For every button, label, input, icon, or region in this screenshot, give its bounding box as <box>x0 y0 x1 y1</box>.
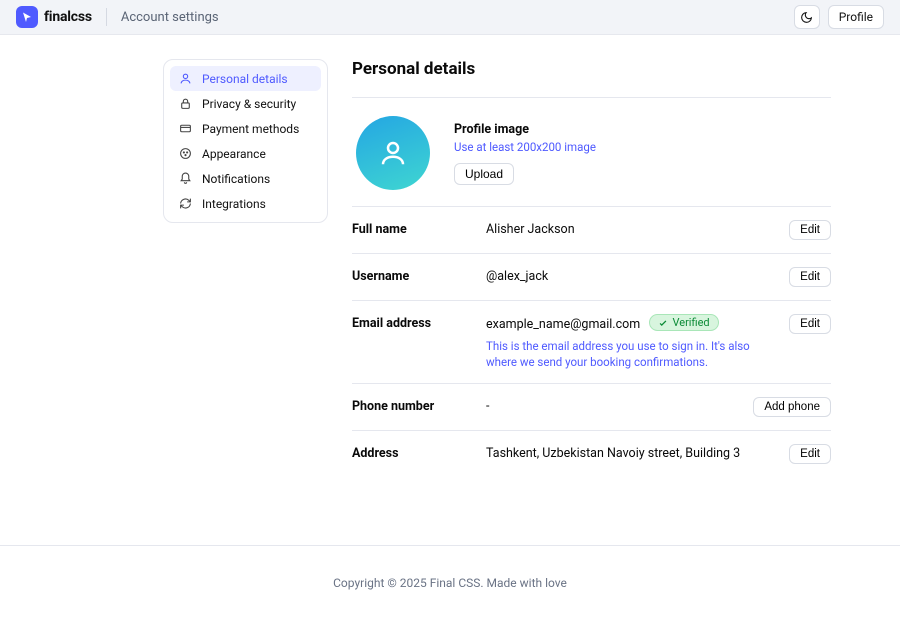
check-icon <box>658 318 668 328</box>
palette-icon <box>178 147 192 161</box>
lock-icon <box>178 97 192 111</box>
profile-button[interactable]: Profile <box>828 5 884 29</box>
cursor-icon <box>21 11 33 23</box>
edit-address-button[interactable]: Edit <box>789 444 831 464</box>
profile-image-meta: Profile image Use at least 200x200 image… <box>454 122 596 185</box>
main: Personal details Privacy & security Paym… <box>0 35 900 545</box>
row-label: Username <box>352 267 474 284</box>
row-username: Username @alex_jack Edit <box>352 253 831 300</box>
row-label: Address <box>352 444 474 461</box>
header-actions: Profile <box>794 5 884 29</box>
sidebar-item-privacy-security[interactable]: Privacy & security <box>170 91 321 116</box>
bell-icon <box>178 172 192 186</box>
sync-icon <box>178 197 192 211</box>
sidebar-item-integrations[interactable]: Integrations <box>170 191 321 216</box>
content: Personal details Profile image Use at le… <box>352 59 847 545</box>
sidebar-item-personal-details[interactable]: Personal details <box>170 66 321 91</box>
settings-sidebar: Personal details Privacy & security Paym… <box>163 59 328 223</box>
brand[interactable]: finalcss <box>16 6 92 28</box>
breadcrumb[interactable]: Account settings <box>121 10 219 25</box>
badge-label: Verified <box>672 316 709 329</box>
app-header: finalcss Account settings Profile <box>0 0 900 35</box>
sidebar-item-label: Integrations <box>202 197 266 211</box>
page-title: Personal details <box>352 59 831 79</box>
sidebar-item-label: Payment methods <box>202 122 299 136</box>
row-label: Phone number <box>352 397 474 414</box>
divider <box>106 8 107 26</box>
edit-full-name-button[interactable]: Edit <box>789 220 831 240</box>
verified-badge: Verified <box>649 314 718 331</box>
footer-text: Copyright © 2025 Final CSS. Made with lo… <box>333 576 567 590</box>
row-value: example_name@gmail.com <box>486 315 640 332</box>
brand-logo <box>16 6 38 28</box>
row-value: @alex_jack <box>486 267 777 284</box>
edit-email-button[interactable]: Edit <box>789 314 831 334</box>
footer: Copyright © 2025 Final CSS. Made with lo… <box>0 545 900 620</box>
sidebar-item-label: Privacy & security <box>202 97 296 111</box>
row-full-name: Full name Alisher Jackson Edit <box>352 206 831 253</box>
profile-image-title: Profile image <box>454 122 596 137</box>
row-sub: This is the email address you use to sig… <box>486 338 777 370</box>
sidebar-item-notifications[interactable]: Notifications <box>170 166 321 191</box>
row-address: Address Tashkent, Uzbekistan Navoiy stre… <box>352 430 831 477</box>
row-email: Email address example_name@gmail.com Ver… <box>352 300 831 383</box>
profile-image-hint: Use at least 200x200 image <box>454 140 596 154</box>
profile-image-section: Profile image Use at least 200x200 image… <box>352 97 831 206</box>
add-phone-button[interactable]: Add phone <box>753 397 831 417</box>
credit-card-icon <box>178 122 192 136</box>
user-icon <box>178 72 192 86</box>
row-value: Alisher Jackson <box>486 220 777 237</box>
brand-name: finalcss <box>44 9 92 25</box>
sidebar-item-label: Personal details <box>202 72 288 86</box>
row-label: Full name <box>352 220 474 237</box>
upload-button[interactable]: Upload <box>454 163 514 185</box>
sidebar-item-label: Appearance <box>202 147 266 161</box>
moon-icon <box>800 11 813 24</box>
sidebar-item-label: Notifications <box>202 172 270 186</box>
theme-toggle-button[interactable] <box>794 5 820 29</box>
row-phone: Phone number - Add phone <box>352 383 831 430</box>
row-value: Tashkent, Uzbekistan Navoiy street, Buil… <box>486 444 777 461</box>
sidebar-item-payment-methods[interactable]: Payment methods <box>170 116 321 141</box>
edit-username-button[interactable]: Edit <box>789 267 831 287</box>
row-value: - <box>486 397 741 414</box>
sidebar-item-appearance[interactable]: Appearance <box>170 141 321 166</box>
row-label: Email address <box>352 314 474 331</box>
user-icon <box>378 138 408 168</box>
avatar <box>356 116 430 190</box>
